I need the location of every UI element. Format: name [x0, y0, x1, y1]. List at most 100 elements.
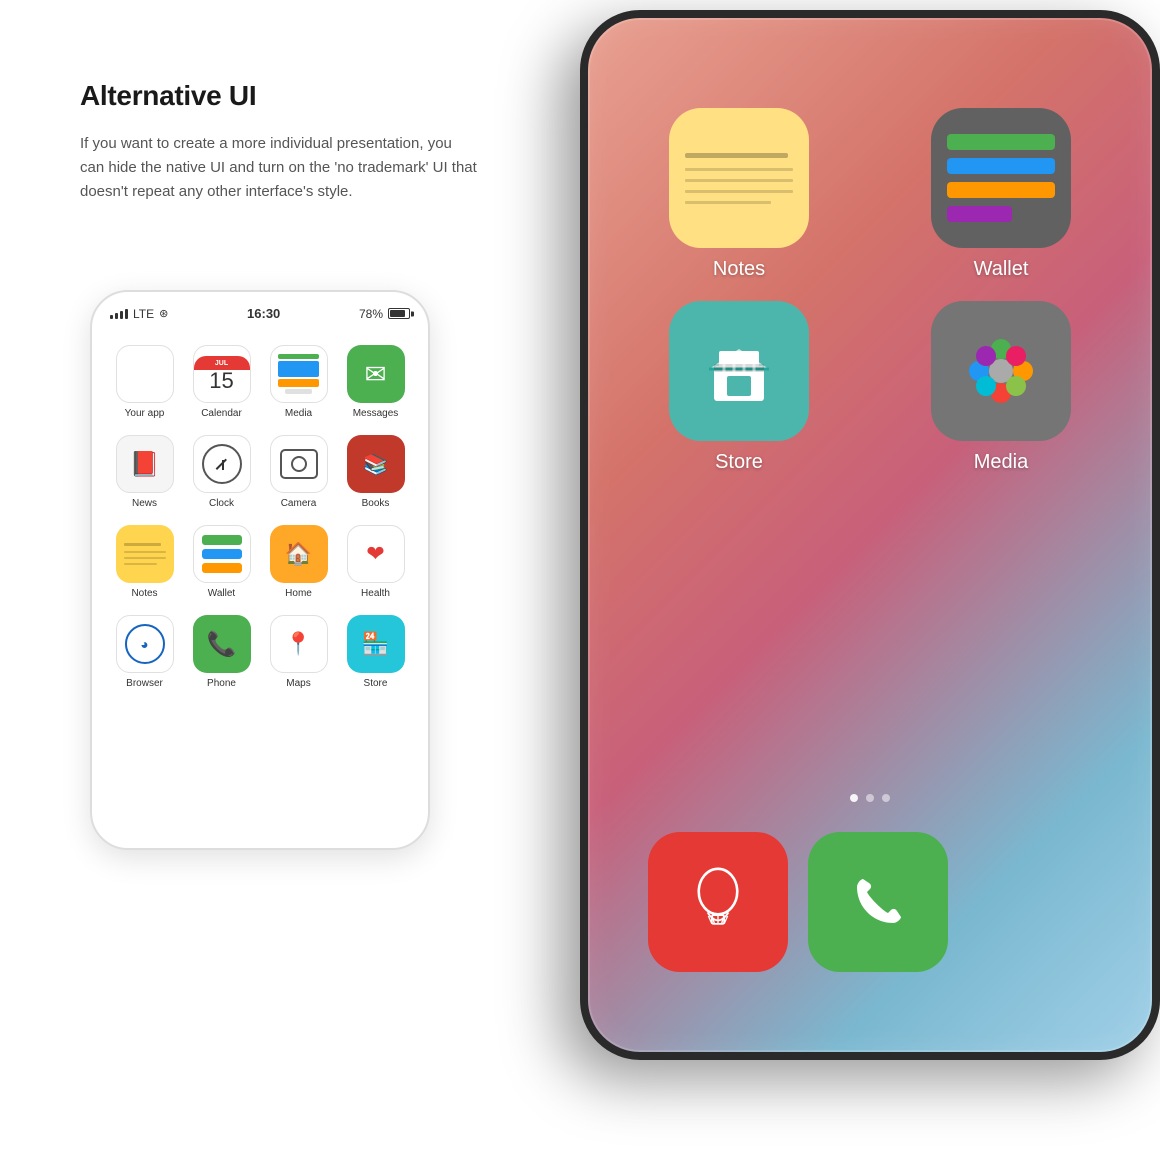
books-icon: 📚: [347, 435, 405, 493]
app-health[interactable]: ❤ Health: [337, 517, 414, 607]
app-phone[interactable]: 📞 Phone: [183, 607, 260, 697]
status-time: 16:30: [247, 306, 280, 321]
browser-icon: ◕: [116, 615, 174, 673]
large-store-icon: [669, 301, 809, 441]
large-notes-icon: [669, 108, 809, 248]
maps-label: Maps: [286, 678, 310, 689]
status-right: 78%: [359, 307, 410, 321]
large-app-notes[interactable]: Notes: [618, 108, 860, 281]
app-maps[interactable]: 📍 Maps: [260, 607, 337, 697]
calendar-date: 15: [209, 370, 233, 392]
page-dots: [850, 794, 890, 802]
page-dot-1: [850, 794, 858, 802]
large-app-wallet[interactable]: Wallet: [880, 108, 1122, 281]
messages-bubble-icon: ✉: [365, 359, 387, 390]
large-notes-label: Notes: [713, 258, 765, 281]
your-app-icon: [116, 345, 174, 403]
phone-handset-svg: [843, 867, 913, 937]
home-icon: 🏠: [270, 525, 328, 583]
large-dock: [618, 832, 1122, 972]
clock-icon: [193, 435, 251, 493]
home-label: Home: [285, 588, 312, 599]
wallet-icon: [193, 525, 251, 583]
news-book-icon: 📕: [130, 450, 160, 479]
wallet-label: Wallet: [208, 588, 235, 599]
page-dot-2: [866, 794, 874, 802]
status-bar: LTE ⊛ 16:30 78%: [92, 292, 428, 329]
large-media-icon: [931, 301, 1071, 441]
news-icon: 📕: [116, 435, 174, 493]
browser-compass-icon: ◕: [125, 624, 165, 664]
store-label: Store: [364, 678, 388, 689]
app-your-app[interactable]: Your app: [106, 337, 183, 427]
clock-label: Clock: [209, 498, 234, 509]
browser-label: Browser: [126, 678, 163, 689]
large-wallet-label: Wallet: [974, 258, 1029, 281]
large-store-label: Store: [715, 451, 763, 474]
store-awning-icon: 🏪: [362, 631, 389, 657]
app-browser[interactable]: ◕ Browser: [106, 607, 183, 697]
balloon-svg: [683, 867, 753, 937]
phone-large-container: Notes Wallet: [520, 0, 1160, 1080]
store-icon: 🏪: [347, 615, 405, 673]
phone-small-mockup: LTE ⊛ 16:30 78% Your app JUL 15 Calendar: [90, 290, 430, 850]
app-grid: Your app JUL 15 Calendar Media ✉ Message…: [92, 329, 428, 705]
wifi-icon: ⊛: [159, 307, 168, 320]
app-calendar[interactable]: JUL 15 Calendar: [183, 337, 260, 427]
app-home[interactable]: 🏠 Home: [260, 517, 337, 607]
notes-label: Notes: [131, 588, 157, 599]
large-app-store[interactable]: Store: [618, 301, 860, 474]
left-section: Alternative UI If you want to create a m…: [80, 80, 480, 204]
books-book-icon: 📚: [363, 452, 388, 477]
home-house-icon: 🏠: [285, 541, 312, 567]
maps-icon: 📍: [270, 615, 328, 673]
app-wallet[interactable]: Wallet: [183, 517, 260, 607]
books-label: Books: [362, 498, 390, 509]
app-media[interactable]: Media: [260, 337, 337, 427]
media-icon: [270, 345, 328, 403]
calendar-label: Calendar: [201, 408, 242, 419]
battery-icon: [388, 308, 410, 319]
news-label: News: [132, 498, 157, 509]
calendar-icon: JUL 15: [193, 345, 251, 403]
store-building-svg: [699, 331, 779, 411]
app-camera[interactable]: Camera: [260, 427, 337, 517]
phone-receiver-icon: 📞: [207, 630, 237, 659]
app-notes[interactable]: Notes: [106, 517, 183, 607]
large-media-label: Media: [974, 451, 1028, 474]
app-news[interactable]: 📕 News: [106, 427, 183, 517]
battery-percent: 78%: [359, 307, 383, 321]
app-messages[interactable]: ✉ Messages: [337, 337, 414, 427]
status-left: LTE ⊛: [110, 307, 168, 321]
phone-icon: 📞: [193, 615, 251, 673]
health-heart-icon: ❤: [366, 541, 384, 567]
signal-bars-icon: [110, 309, 128, 319]
large-app-grid: Notes Wallet: [588, 98, 1152, 484]
large-phone-app[interactable]: [808, 832, 948, 972]
large-app-media[interactable]: Media: [880, 301, 1122, 474]
phone-label: Phone: [207, 678, 236, 689]
phone-large-mockup: Notes Wallet: [580, 10, 1160, 1060]
large-wallet-icon: [931, 108, 1071, 248]
large-balloon-app[interactable]: [648, 832, 788, 972]
page-dot-3: [882, 794, 890, 802]
messages-icon: ✉: [347, 345, 405, 403]
app-store[interactable]: 🏪 Store: [337, 607, 414, 697]
app-books[interactable]: 📚 Books: [337, 427, 414, 517]
camera-lens-icon: [291, 456, 307, 472]
camera-icon: [270, 435, 328, 493]
page-title: Alternative UI: [80, 80, 480, 112]
media-flower-svg: [956, 331, 1046, 411]
app-clock[interactable]: Clock: [183, 427, 260, 517]
camera-body-icon: [280, 449, 318, 479]
maps-pin-icon: 📍: [285, 631, 312, 657]
messages-label: Messages: [353, 408, 399, 419]
notes-icon: [116, 525, 174, 583]
media-label: Media: [285, 408, 312, 419]
health-label: Health: [361, 588, 390, 599]
description-text: If you want to create a more individual …: [80, 132, 480, 204]
your-app-label: Your app: [125, 408, 165, 419]
health-icon: ❤: [347, 525, 405, 583]
clock-face-icon: [202, 444, 242, 484]
signal-type: LTE: [133, 307, 154, 321]
